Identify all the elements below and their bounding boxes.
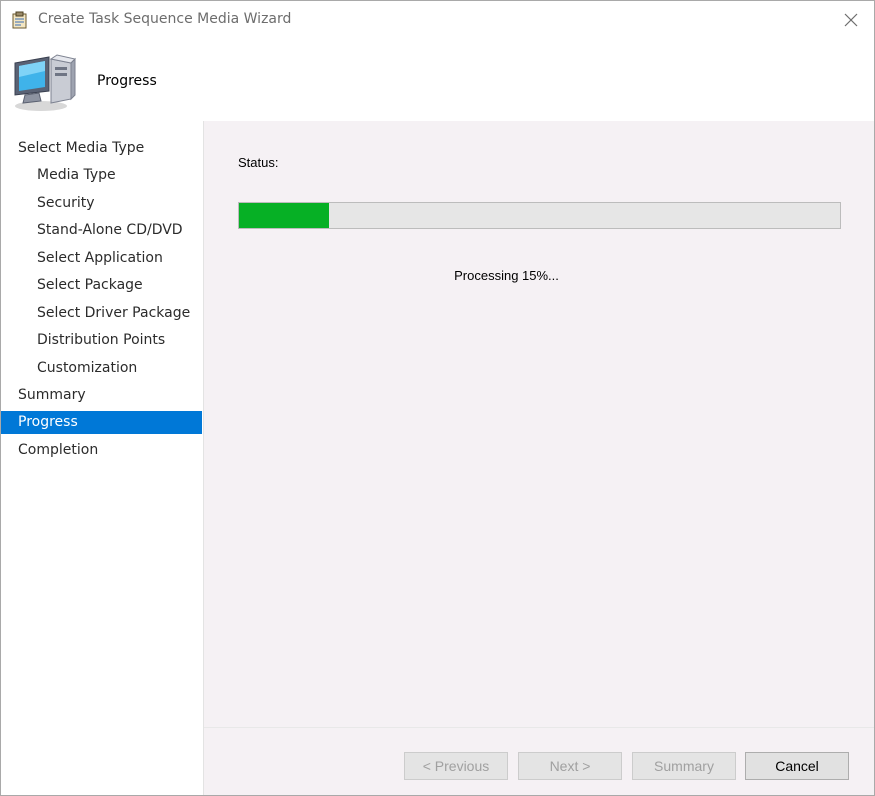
nav-item-select-package[interactable]: Select Package [1,274,202,297]
nav-item-customization[interactable]: Customization [1,357,202,380]
nav-item-select-media-type[interactable]: Select Media Type [1,137,202,160]
nav-item-progress[interactable]: Progress [1,411,202,434]
title-bar: Create Task Sequence Media Wizard [1,1,874,39]
nav-item-summary[interactable]: Summary [1,384,202,407]
progress-text: Processing 15%... [454,268,559,283]
status-label: Status: [238,155,279,170]
computer-icon [11,51,79,113]
next-button[interactable]: Next > [518,752,622,780]
close-button[interactable] [828,1,874,39]
progress-bar [238,202,841,229]
main-content: Status: Processing 15%... [204,121,874,727]
progress-bar-fill [239,203,330,228]
nav-item-stand-alone-cd-dvd[interactable]: Stand-Alone CD/DVD [1,219,202,242]
wizard-header: Progress [1,39,874,121]
wizard-footer: < Previous Next > Summary Cancel [204,727,874,795]
close-icon [844,13,858,27]
cancel-button[interactable]: Cancel [745,752,849,780]
summary-button[interactable]: Summary [632,752,736,780]
page-title: Progress [97,73,157,89]
wizard-clipboard-icon [11,11,29,29]
nav-item-media-type[interactable]: Media Type [1,164,202,187]
wizard-window: Create Task Sequence Media Wizard Progre… [0,0,875,796]
previous-button[interactable]: < Previous [404,752,508,780]
window-title: Create Task Sequence Media Wizard [38,11,292,27]
nav-item-security[interactable]: Security [1,192,202,215]
nav-item-select-driver-package[interactable]: Select Driver Package [1,302,202,325]
nav-item-completion[interactable]: Completion [1,439,202,462]
nav-item-distribution-points[interactable]: Distribution Points [1,329,202,352]
wizard-step-nav: Select Media Type Media Type Security St… [1,121,204,795]
nav-item-select-application[interactable]: Select Application [1,247,202,270]
